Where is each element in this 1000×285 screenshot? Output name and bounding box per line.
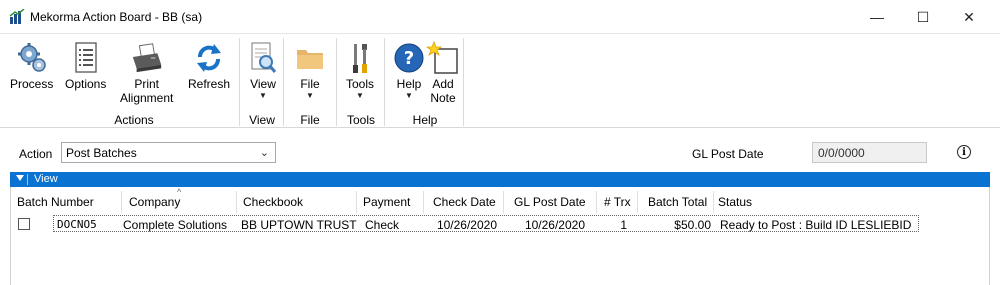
print-alignment-button[interactable]: Print Alignment — [120, 40, 173, 105]
info-icon[interactable]: i — [957, 145, 971, 159]
group-label-view: View — [249, 113, 275, 127]
gears-icon — [17, 43, 46, 72]
action-label: Action — [19, 147, 53, 161]
ribbon-separator — [384, 38, 385, 126]
window-title: Mekorma Action Board - BB (sa) — [30, 10, 203, 24]
help-button[interactable]: ? Help ▼ — [392, 40, 426, 101]
refresh-button[interactable]: Refresh — [188, 40, 230, 91]
maximize-button[interactable]: ☐ — [900, 0, 946, 34]
process-label: Process — [10, 77, 54, 91]
file-button[interactable]: File ▼ — [293, 40, 327, 101]
options-label: Options — [65, 77, 107, 91]
help-dropdown-caret: ▼ — [405, 91, 413, 100]
table-row[interactable]: DOCNO5 Complete Solutions BB UPTOWN TRUS… — [11, 214, 919, 234]
document-magnifier-icon — [251, 42, 277, 73]
column-header-payment[interactable]: Payment — [363, 195, 410, 209]
column-header-company[interactable]: Company — [129, 195, 180, 209]
column-header-batch-total[interactable]: Batch Total — [648, 195, 707, 209]
help-icon: ? — [394, 43, 424, 73]
cell-checkbook: BB UPTOWN TRUST — [241, 218, 357, 232]
group-label-file: File — [300, 113, 320, 127]
column-divider — [356, 191, 357, 213]
column-header-status[interactable]: Status — [718, 195, 752, 209]
group-label-help: Help — [412, 113, 438, 127]
column-divider — [423, 191, 424, 213]
tools-label: Tools — [345, 77, 374, 91]
tools-icon — [353, 44, 367, 73]
add-note-button[interactable]: Add Note — [426, 40, 460, 105]
cell-check-date: 10/26/2020 — [436, 218, 497, 232]
options-button[interactable]: Options — [65, 40, 106, 91]
file-label: File — [300, 77, 320, 91]
column-header-checkbook[interactable]: Checkbook — [243, 195, 303, 209]
cell-batch-number: DOCNO5 — [57, 218, 97, 231]
group-label-actions: Actions — [114, 113, 154, 127]
ribbon-separator — [283, 38, 284, 126]
cell-batch-total: $50.00 — [674, 218, 711, 232]
view-button[interactable]: View ▼ — [246, 40, 280, 101]
gl-post-date-label: GL Post Date — [692, 147, 764, 161]
process-button[interactable]: Process — [10, 40, 53, 91]
app-logo-icon — [9, 9, 25, 25]
add-note-label-line1: Add — [432, 77, 454, 91]
cell-gl-post-date: 10/26/2020 — [524, 218, 585, 232]
refresh-icon — [197, 44, 222, 72]
view-bar-label: View — [34, 173, 58, 185]
row-select-checkbox[interactable] — [18, 218, 30, 230]
column-header-batch-number[interactable]: Batch Number — [17, 195, 94, 209]
action-select[interactable]: Post Batches ⌄ — [61, 142, 276, 163]
collapse-triangle-icon[interactable] — [16, 175, 24, 181]
title-bar: Mekorma Action Board - BB (sa) — ☐ ✕ — [0, 0, 1000, 34]
column-header-trx[interactable]: # Trx — [604, 195, 631, 209]
cell-status: Ready to Post : Build ID LESLIEBID — [720, 218, 912, 232]
column-divider — [713, 191, 714, 213]
list-icon — [75, 42, 97, 73]
folder-icon — [297, 50, 323, 69]
view-label: View — [250, 77, 276, 91]
file-dropdown-caret: ▼ — [306, 91, 314, 100]
ribbon-separator — [239, 38, 240, 126]
ribbon-separator — [336, 38, 337, 126]
print-alignment-label-line1: Print — [134, 77, 160, 91]
refresh-label: Refresh — [188, 77, 231, 91]
cell-payment: Check — [365, 218, 400, 232]
ribbon: Process Options Print Alignment Refresh … — [0, 34, 1000, 128]
cell-company: Complete Solutions — [123, 218, 228, 232]
view-dropdown-caret: ▼ — [259, 91, 267, 100]
column-divider — [596, 191, 597, 213]
column-divider — [121, 191, 122, 213]
gl-post-date-field[interactable]: 0/0/0000 — [812, 142, 927, 163]
gl-post-date-value: 0/0/0000 — [818, 146, 865, 160]
column-header-check-date[interactable]: Check Date — [433, 195, 496, 209]
add-note-label-line2: Note — [430, 91, 456, 105]
tools-button[interactable]: Tools ▼ — [343, 40, 377, 101]
column-divider — [236, 191, 237, 213]
group-label-tools: Tools — [346, 113, 375, 127]
action-select-value: Post Batches — [66, 146, 137, 160]
cell-trx: 1 — [620, 218, 627, 232]
batch-grid: Batch Number ^ Company Checkbook Payment… — [10, 187, 990, 285]
column-header-gl-post-date[interactable]: GL Post Date — [514, 195, 586, 209]
tools-dropdown-caret: ▼ — [356, 91, 364, 100]
chevron-down-icon: ⌄ — [259, 147, 269, 159]
view-bar[interactable]: View — [10, 172, 990, 187]
close-button[interactable]: ✕ — [946, 0, 992, 34]
note-icon — [426, 41, 458, 74]
view-bar-separator — [27, 174, 28, 185]
ribbon-separator — [463, 38, 464, 126]
svg-text:?: ? — [404, 48, 414, 69]
printer-icon — [132, 43, 161, 73]
minimize-button[interactable]: — — [854, 0, 900, 34]
column-divider — [637, 191, 638, 213]
print-alignment-label-line2: Alignment — [120, 91, 174, 105]
column-divider — [503, 191, 504, 213]
help-label: Help — [396, 77, 422, 91]
